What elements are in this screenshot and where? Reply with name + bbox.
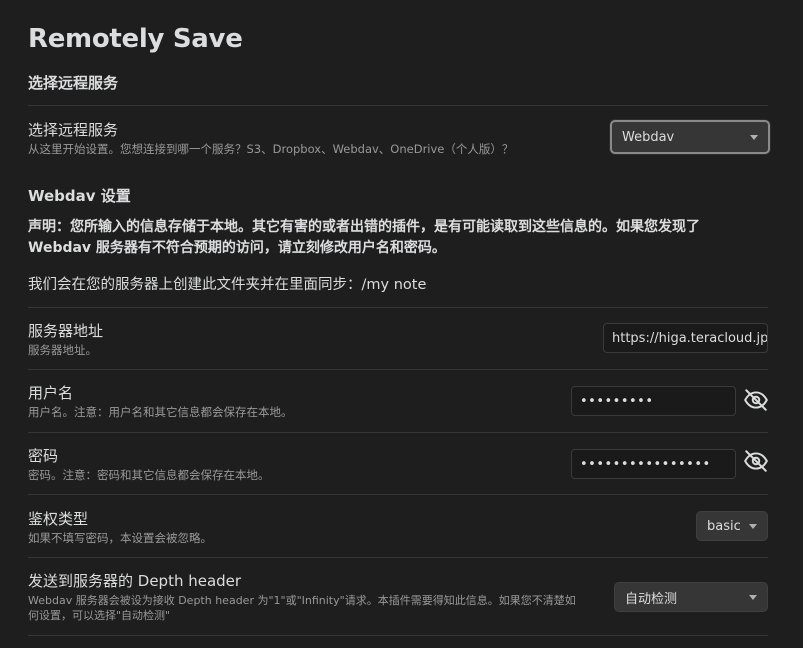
chevron-down-icon [750, 135, 758, 140]
divider [28, 635, 768, 636]
settings-page: Remotely Save 选择远程服务 选择远程服务 从这里开始设置。您想连接… [0, 0, 803, 648]
sync-folder-note: 我们会在您的服务器上创建此文件夹并在里面同步：/my note [28, 277, 427, 293]
divider [28, 494, 768, 495]
depth-header-label: 发送到服务器的 Depth header [28, 572, 242, 590]
remote-service-select[interactable]: Webdav [610, 120, 770, 154]
auth-type-value: basic [707, 518, 741, 534]
password-input[interactable]: •••••••••••••••• [571, 449, 736, 479]
server-address-input[interactable]: https://higa.teracloud.jp/d [603, 323, 768, 353]
security-warning: 声明：您所输入的信息存储于本地。其它有害的或者出错的插件，是有可能读取到这些信息… [28, 219, 700, 256]
depth-header-desc-line1: Webdav 服务器会被设为接收 Depth header 为"1"或"Infi… [28, 594, 576, 607]
divider [28, 369, 768, 370]
divider [28, 432, 768, 433]
divider [28, 307, 768, 308]
depth-header-desc-line2: 何设置，可以选择"自动检测" [28, 609, 171, 622]
auth-type-select[interactable]: basic [696, 511, 768, 541]
divider [28, 105, 768, 106]
depth-header-value: 自动检测 [625, 591, 678, 607]
section-heading-webdav: Webdav 设置 [28, 187, 131, 205]
auth-type-label: 鉴权类型 [28, 510, 89, 528]
eye-off-icon[interactable] [743, 448, 769, 474]
remote-service-value: Webdav [622, 129, 675, 145]
page-title: Remotely Save [28, 24, 243, 54]
auth-type-desc: 如果不填写密码，本设置会被忽略。 [28, 531, 212, 545]
username-label: 用户名 [28, 384, 74, 402]
remote-service-label: 选择远程服务 [28, 121, 119, 139]
password-label: 密码 [28, 447, 59, 465]
server-address-label: 服务器地址 [28, 322, 104, 340]
remote-service-desc: 从这里开始设置。您想连接到哪一个服务？S3、Dropbox、Webdav、One… [28, 142, 514, 156]
password-desc: 密码。注意：密码和其它信息都会保存在本地。 [28, 468, 270, 482]
section-heading-remote: 选择远程服务 [28, 74, 119, 92]
server-address-desc: 服务器地址。 [28, 343, 97, 357]
eye-off-icon[interactable] [743, 387, 769, 413]
username-desc: 用户名。注意：用户名和其它信息都会保存在本地。 [28, 405, 293, 419]
username-input[interactable]: ••••••••• [571, 386, 736, 416]
divider [28, 557, 768, 558]
chevron-down-icon [749, 524, 757, 529]
chevron-down-icon [749, 595, 757, 600]
depth-header-select[interactable]: 自动检测 [614, 582, 768, 612]
